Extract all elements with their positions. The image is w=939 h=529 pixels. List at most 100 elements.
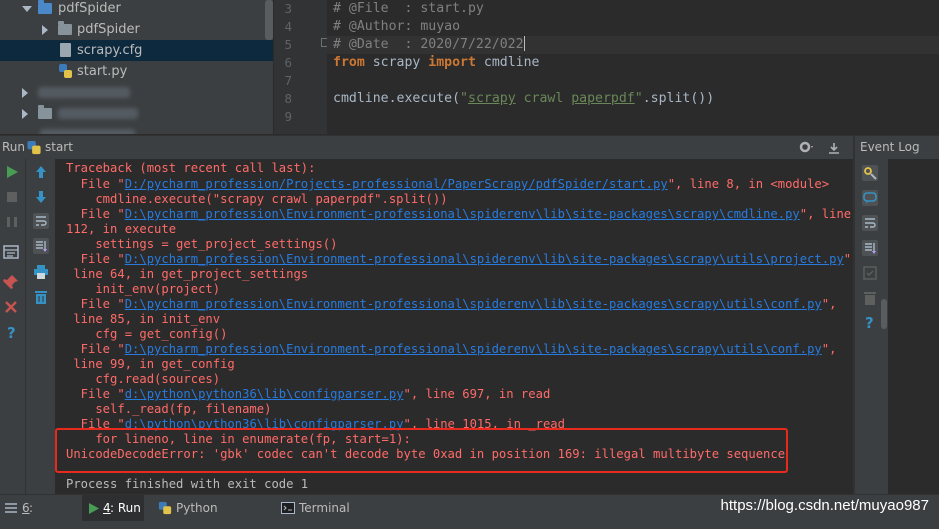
code-line: from scrapy import cmdline	[333, 54, 539, 72]
chevron-right-icon[interactable]	[42, 25, 48, 35]
console-line: File "D:\pycharm_profession\Environment-…	[66, 207, 851, 222]
tree-item-label: pdfSpider	[58, 1, 121, 16]
balloon-icon[interactable]	[861, 189, 879, 207]
tab-python-console[interactable]: Python Console	[158, 495, 268, 529]
event-log-body[interactable]	[880, 159, 939, 494]
code-text: .split())	[642, 91, 715, 106]
line-number: 5	[284, 37, 292, 52]
console-line: self._read(fp, filename)	[66, 402, 272, 416]
todo-list-icon	[5, 503, 17, 513]
file-link[interactable]: D:\pycharm_profession\Environment-profes…	[125, 207, 800, 221]
run-toolbar-secondary	[25, 159, 55, 494]
scroll-to-end-icon[interactable]	[32, 237, 50, 255]
line-number: 8	[284, 91, 292, 106]
python-run-config-icon	[27, 140, 41, 155]
print-icon[interactable]	[33, 264, 49, 280]
settings-icon[interactable]	[861, 164, 879, 182]
code-line: # @File : start.py	[333, 1, 484, 16]
chevron-right-icon[interactable]	[22, 88, 28, 98]
console-line: File "d:\python\python36\lib\configparse…	[66, 417, 565, 432]
watermark-url: https://blog.csdn.net/muyao987	[720, 497, 929, 514]
svg-text:?: ?	[7, 324, 16, 340]
console-text: File "	[66, 342, 125, 356]
help-icon[interactable]: ?	[3, 324, 19, 340]
console-line: File "D:\pycharm_profession\Environment-…	[66, 297, 837, 312]
soft-wrap-icon[interactable]	[861, 214, 879, 232]
console-text: ",	[821, 342, 837, 356]
text-caret	[523, 36, 525, 51]
tree-item-redacted[interactable]	[0, 82, 273, 103]
arrow-down-icon[interactable]	[33, 189, 49, 205]
scroll-to-end-icon[interactable]	[861, 239, 879, 257]
string-quote: "	[634, 91, 643, 106]
file-link[interactable]: d:\python\python36\lib\configparser.py	[125, 417, 404, 431]
tree-item-start-py[interactable]: start.py	[0, 61, 273, 82]
code-line: # @Author: muyao	[333, 19, 461, 34]
console-line: line 64, in get_project_settings	[66, 267, 309, 281]
soft-wrap-icon[interactable]	[32, 212, 50, 230]
tree-item-label: pdfSpider	[77, 22, 140, 37]
redacted-label	[40, 129, 135, 134]
pin-icon[interactable]	[3, 274, 19, 290]
console-line: cfg = get_config()	[66, 327, 228, 341]
console-line: settings = get_project_settings()	[66, 237, 338, 251]
run-config-tab[interactable]: start	[45, 140, 73, 154]
error-message-line: UnicodeDecodeError: 'gbk' codec can't de…	[66, 447, 786, 461]
arrow-up-icon[interactable]	[33, 164, 49, 180]
close-icon[interactable]	[3, 299, 19, 315]
config-file-icon	[60, 43, 71, 57]
rerun-icon[interactable]	[4, 164, 20, 180]
console-text: File "	[66, 417, 125, 431]
layout-icon[interactable]	[3, 244, 19, 260]
console-text: ",	[821, 297, 837, 311]
tree-scrollbar[interactable]	[265, 0, 273, 40]
chevron-down-icon[interactable]	[22, 6, 32, 12]
editor-gutter: 3 4 5 6 7 8 9	[273, 0, 327, 134]
code-text: cmdline.execute(	[333, 91, 461, 106]
chevron-right-icon[interactable]	[22, 109, 28, 119]
console-text: ", line 697, in read	[403, 387, 551, 401]
tab-run[interactable]: 4 : Run	[82, 495, 144, 521]
python-console-icon	[158, 501, 172, 515]
trash-icon[interactable]	[33, 289, 49, 305]
help-icon[interactable]: ?	[862, 314, 878, 330]
file-link[interactable]: D:\pycharm_profession\Environment-profes…	[125, 252, 844, 266]
ide-window: pdfSpider pdfSpider scrapy.cfg start.py	[0, 0, 939, 529]
tree-item-scrapy-cfg[interactable]: scrapy.cfg	[0, 40, 273, 61]
trash-icon[interactable]	[862, 290, 878, 306]
file-link[interactable]: D:\pycharm_profession\Environment-profes…	[125, 297, 822, 311]
console-text: File "	[66, 297, 125, 311]
tab-label: : Run	[110, 501, 141, 515]
event-log-scrollbar[interactable]	[880, 159, 888, 494]
gear-icon[interactable]	[798, 139, 814, 155]
stop-icon[interactable]	[4, 189, 20, 205]
console-line: File "D:/pycharm_profession/Projects-pro…	[66, 177, 829, 192]
console-line: cfg.read(sources)	[66, 372, 221, 386]
line-number: 3	[284, 1, 292, 16]
file-link[interactable]: D:\pycharm_profession\Environment-profes…	[125, 342, 822, 356]
tree-item-pdfspider-root[interactable]: pdfSpider	[0, 0, 273, 19]
python-file-icon	[59, 64, 72, 78]
console-line: for lineno, line in enumerate(fp, start=…	[66, 432, 411, 446]
folder-icon	[58, 21, 72, 35]
hide-panel-icon[interactable]	[826, 140, 842, 156]
string-text: scrapy	[468, 91, 516, 106]
file-link[interactable]: D:/pycharm_profession/Projects-professio…	[125, 177, 668, 191]
terminal-icon	[281, 502, 295, 514]
tree-item-redacted[interactable]	[0, 103, 273, 124]
code-editor[interactable]: # @File : start.py # @Author: muyao # @D…	[327, 0, 939, 134]
run-console-output[interactable]: Traceback (most recent call last): File …	[55, 159, 853, 494]
file-link[interactable]: d:\python\python36\lib\configparser.py	[125, 387, 404, 401]
string-quote: "	[460, 91, 468, 106]
scrollbar-thumb[interactable]	[881, 299, 887, 329]
tree-item-pdfspider-package[interactable]: pdfSpider	[0, 19, 273, 40]
tree-item-redacted[interactable]	[0, 124, 273, 134]
project-tree: pdfSpider pdfSpider scrapy.cfg start.py	[0, 0, 273, 134]
tree-item-label: scrapy.cfg	[77, 43, 143, 58]
folder-icon	[38, 105, 52, 119]
mark-read-icon[interactable]	[862, 265, 878, 281]
code-text: scrapy	[364, 55, 429, 70]
pause-icon[interactable]	[4, 214, 20, 230]
tab-terminal[interactable]: Terminal	[281, 495, 351, 521]
tab-todo[interactable]: 6 : TODO	[4, 495, 70, 529]
